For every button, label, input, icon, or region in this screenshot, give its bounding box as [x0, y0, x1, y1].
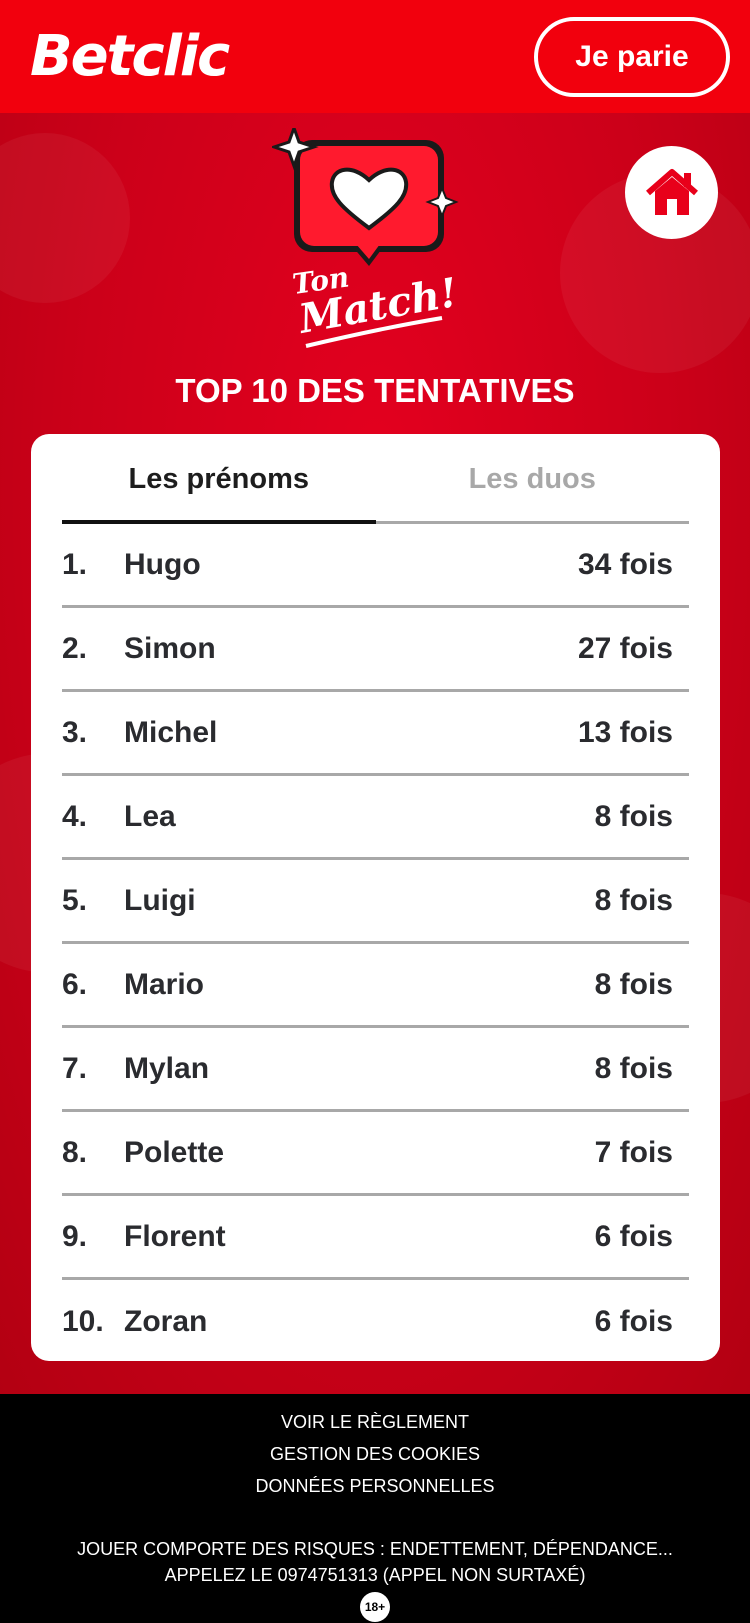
rank-number: 1. [62, 547, 88, 581]
home-icon [645, 168, 698, 215]
first-name: Zoran [124, 1305, 208, 1338]
tab-duos[interactable]: Les duos [376, 434, 690, 524]
attempt-count: 8 fois [594, 799, 673, 833]
attempt-count: 34 fois [577, 547, 673, 581]
ranking-row: 9. Florent 6 fois [62, 1196, 689, 1280]
footer: VOIR LE RÈGLEMENT GESTION DES COOKIES DO… [0, 1394, 750, 1623]
ton-match-logo: Ton Match! [272, 128, 461, 348]
ranking-card: Les prénoms Les duos 1. Hugo 34 fois 2. … [31, 434, 720, 1361]
attempt-count: 7 fois [594, 1135, 673, 1169]
first-name: Lea [124, 799, 176, 833]
betclic-logo[interactable]: Betclic [30, 24, 230, 89]
ranking-row: 10. Zoran 6 fois [62, 1280, 689, 1364]
first-name: Simon [124, 631, 216, 665]
attempt-count: 13 fois [577, 715, 673, 749]
rank-number: 9. [62, 1219, 88, 1253]
attempt-count: 6 fois [594, 1305, 673, 1338]
rank-number: 7. [62, 1051, 88, 1085]
cookies-link[interactable]: GESTION DES COOKIES [0, 1444, 750, 1468]
ranking-row: 6. Mario 8 fois [62, 944, 689, 1028]
ranking-row: 3. Michel 13 fois [62, 692, 689, 776]
personal-data-link[interactable]: DONNÉES PERSONNELLES [0, 1476, 750, 1500]
je-parie-button[interactable]: Je parie [534, 16, 730, 97]
rank-number: 5. [62, 883, 88, 917]
attempt-count: 8 fois [594, 1051, 673, 1085]
ranking-row: 5. Luigi 8 fois [62, 860, 689, 944]
top-header: Betclic Je parie [0, 0, 750, 113]
gambling-warning: JOUER COMPORTE DES RISQUES : ENDETTEMENT… [77, 1539, 673, 1559]
rank-number: 8. [62, 1135, 88, 1169]
heart-bubble-icon [294, 140, 444, 266]
first-name: Luigi [124, 883, 196, 917]
attempt-count: 6 fois [594, 1219, 673, 1253]
rank-number: 3. [62, 715, 88, 749]
first-name: Mario [124, 967, 205, 1001]
rank-number: 10. [62, 1305, 104, 1338]
reglement-link[interactable]: VOIR LE RÈGLEMENT [0, 1412, 750, 1436]
home-button[interactable] [625, 146, 718, 239]
rank-number: 2. [62, 631, 88, 665]
ranking-row: 1. Hugo 34 fois [62, 524, 689, 608]
tab-prenoms[interactable]: Les prénoms [62, 434, 376, 524]
section-title: TOP 10 DES TENTATIVES [175, 372, 575, 409]
ranking-row: 7. Mylan 8 fois [62, 1028, 689, 1112]
attempt-count: 8 fois [594, 967, 673, 1001]
rank-number: 4. [62, 799, 88, 833]
first-name: Hugo [124, 547, 201, 581]
first-name: Michel [124, 715, 218, 749]
first-name: Mylan [124, 1051, 210, 1085]
rank-number: 6. [62, 967, 88, 1001]
ranking-row: 2. Simon 27 fois [62, 608, 689, 692]
first-name: Polette [124, 1135, 225, 1169]
tab-active-indicator [62, 520, 376, 524]
background-decoration [0, 133, 130, 303]
ranking-row: 4. Lea 8 fois [62, 776, 689, 860]
attempt-count: 8 fois [594, 883, 673, 917]
first-name: Florent [124, 1219, 226, 1253]
ranking-row: 8. Polette 7 fois [62, 1112, 689, 1196]
attempt-count: 27 fois [577, 631, 673, 665]
helpline-text: APPELEZ LE 0974751313 (APPEL NON SURTAXÉ… [164, 1565, 586, 1585]
tab-bar: Les prénoms Les duos [62, 434, 689, 524]
age-restriction-badge: 18+ [360, 1592, 390, 1622]
